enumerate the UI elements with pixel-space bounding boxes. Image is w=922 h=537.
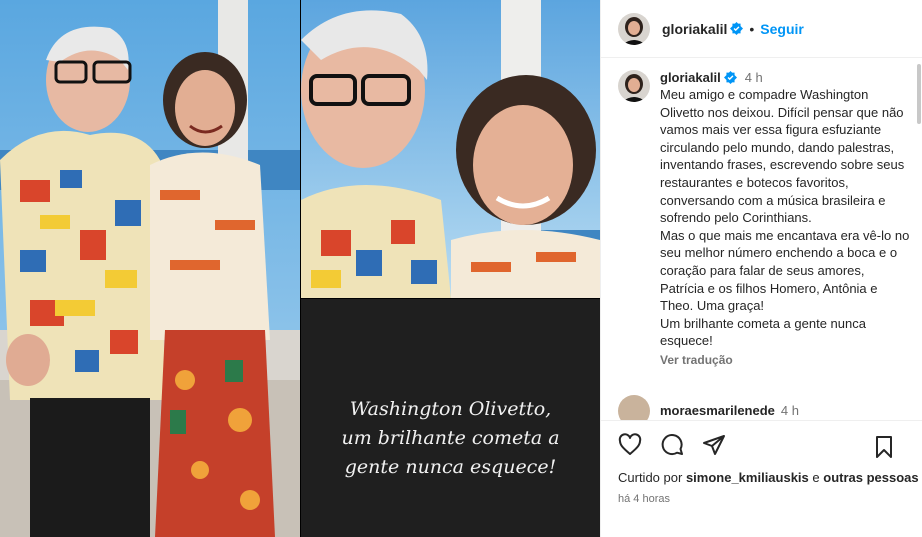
separator-dot: • (749, 20, 755, 37)
author-avatar[interactable] (618, 12, 650, 45)
likes-others[interactable]: outras pessoas (823, 470, 918, 485)
posted-time[interactable]: há 4 horas (601, 493, 922, 505)
verified-icon (730, 22, 744, 35)
share-icon[interactable] (701, 432, 727, 458)
scrollbar-thumb[interactable] (917, 64, 921, 124)
bookmark-icon[interactable] (871, 434, 897, 460)
author-username[interactable]: gloriakalil (662, 21, 727, 37)
action-icons (601, 421, 922, 469)
post-actions: Curtido por simone_kmiliauskis e outras … (601, 420, 922, 537)
verified-icon (723, 71, 737, 84)
caption: gloriakalil 4 h Meu amigo e compadre Was… (601, 58, 922, 367)
comments-scrollbar[interactable] (916, 58, 922, 420)
caption-time[interactable]: 4 h (745, 70, 763, 85)
follow-button[interactable]: Seguir (760, 21, 804, 37)
photo-couple-standing (0, 0, 300, 537)
see-translation-link[interactable]: Ver tradução (660, 353, 911, 367)
caption-username[interactable]: gloriakalil (660, 70, 721, 85)
commenter-avatar[interactable] (618, 394, 650, 420)
post-side-panel: gloriakalil • Seguir gloriakalil 4 h Meu… (600, 0, 922, 537)
comment-item: moraesmarilenede 4 h (601, 367, 922, 420)
caption-text: Meu amigo e compadre Washington Olivetto… (660, 87, 910, 349)
commenter-username[interactable]: moraesmarilenede (660, 403, 775, 418)
heart-icon[interactable] (617, 432, 643, 458)
likes-suffix: e (812, 470, 820, 485)
comments-list[interactable]: gloriakalil 4 h Meu amigo e compadre Was… (601, 58, 922, 420)
comment-time[interactable]: 4 h (781, 403, 799, 418)
quote-card: Washington Olivetto, um brilhante cometa… (301, 299, 600, 537)
likes-prefix: Curtido por (618, 470, 683, 485)
post-media[interactable]: Washington Olivetto, um brilhante cometa… (0, 0, 600, 537)
photo-couple-closeup (301, 0, 600, 298)
likes-summary: Curtido por simone_kmiliauskis e outras … (601, 469, 922, 487)
likes-user[interactable]: simone_kmiliauskis (686, 470, 809, 485)
quote-card-text: Washington Olivetto, um brilhante cometa… (341, 397, 560, 478)
post-header: gloriakalil • Seguir (601, 0, 922, 58)
caption-avatar[interactable] (618, 70, 650, 102)
comment-icon[interactable] (659, 432, 685, 458)
